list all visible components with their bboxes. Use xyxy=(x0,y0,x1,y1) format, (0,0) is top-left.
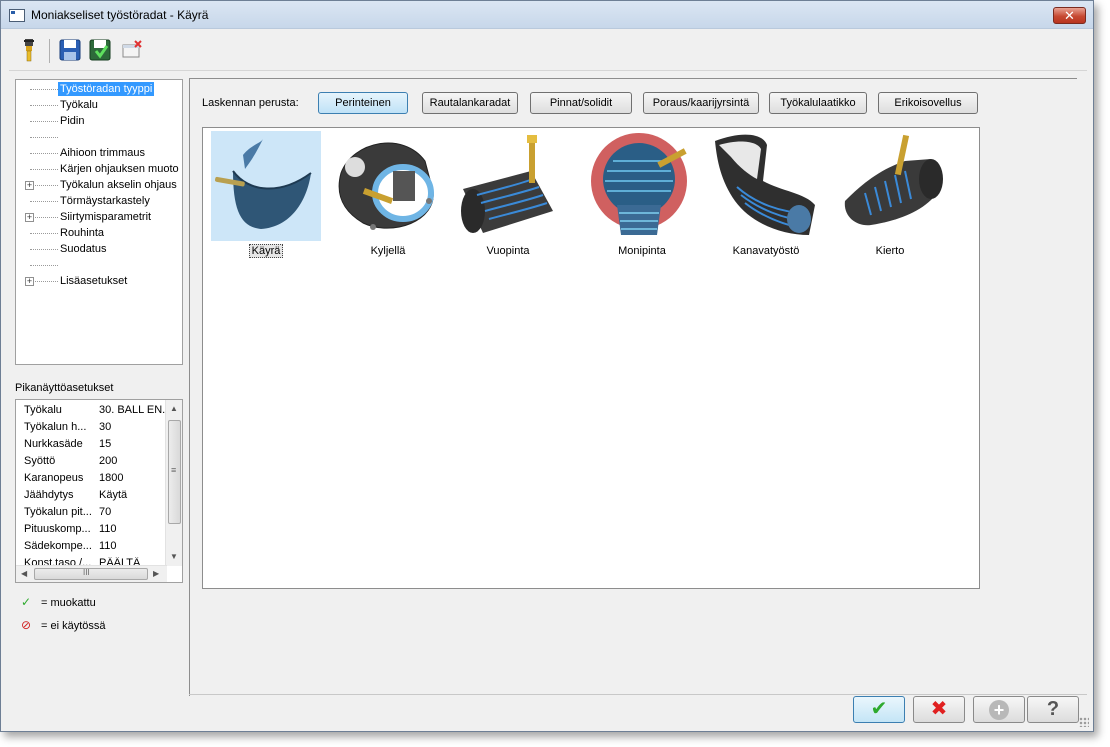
calc-button-special[interactable]: Erikoisovellus xyxy=(878,92,978,114)
resize-grip[interactable] xyxy=(1079,717,1089,727)
calc-button-drilling[interactable]: Poraus/kaarijyrsintä xyxy=(643,92,759,114)
tile-label: Kyljellä xyxy=(370,245,406,257)
tile-label: Kierto xyxy=(875,245,905,257)
tile-curve[interactable]: Käyrä xyxy=(211,131,321,263)
save-as-icon[interactable] xyxy=(87,37,113,63)
expand-icon[interactable]: + xyxy=(25,181,34,190)
checkmark-icon: ✔ xyxy=(870,698,888,720)
calc-button-toolbox[interactable]: Työkalulaatikko xyxy=(769,92,867,114)
expand-icon[interactable]: + xyxy=(25,213,34,222)
ok-button[interactable]: ✔ xyxy=(853,696,905,723)
port-machining-icon xyxy=(715,134,815,235)
settings-tree: Työstöradan tyyppi Työkalu Pidin Aihioon… xyxy=(15,79,183,365)
app-window-icon xyxy=(9,9,25,22)
tile-multisurface[interactable]: Monipinta xyxy=(587,131,697,263)
tile-flowline[interactable]: Vuopinta xyxy=(453,131,563,263)
quick-settings-list[interactable]: Työkalu 30. BALL EN... Työkalun h... 30 Nu… xyxy=(15,399,183,583)
title-bar[interactable]: Moniakseliset työstöradat - Käyrä ✕ xyxy=(1,1,1093,29)
help-button[interactable]: ? xyxy=(1027,696,1079,723)
multisurface-toolpath-icon xyxy=(591,133,687,235)
tile-label: Monipinta xyxy=(618,245,666,257)
delete-icon[interactable] xyxy=(119,37,145,63)
plus-icon: + xyxy=(989,700,1009,720)
tile-label: Käyrä xyxy=(211,244,321,258)
vertical-scrollbar[interactable]: ▲ ≡ ▼ xyxy=(165,400,182,566)
tile-swarf[interactable]: Kyljellä xyxy=(333,131,443,263)
tile-rotary[interactable]: Kierto xyxy=(835,131,945,263)
cancel-button[interactable]: ✖ xyxy=(913,696,965,723)
calc-button-traditional[interactable]: Perinteinen xyxy=(318,92,408,114)
scroll-right-icon[interactable]: ▶ xyxy=(153,569,159,578)
calc-button-wireframe[interactable]: Rautalankaradat xyxy=(422,92,518,114)
window-title: Moniakseliset työstöradat - Käyrä xyxy=(31,8,209,22)
calc-button-surfaces[interactable]: Pinnat/solidit xyxy=(530,92,632,114)
tile-label: Vuopinta xyxy=(486,245,530,257)
tile-port-machining[interactable]: Kanavatyöstö xyxy=(711,131,821,263)
swarf-toolpath-icon xyxy=(338,142,434,230)
quick-settings-title: Pikanäyttöasetukset xyxy=(15,382,114,394)
tool-holder-icon[interactable] xyxy=(15,37,41,63)
close-icon: ✖ xyxy=(930,698,948,720)
rotary-toolpath-icon xyxy=(844,134,943,226)
main-panel: Laskennan perusta: Perinteinen Rautalank… xyxy=(189,78,1077,696)
calc-basis-label: Laskennan perusta: xyxy=(202,97,299,109)
horizontal-scrollbar[interactable]: ◀ III ▶ xyxy=(16,565,167,582)
disabled-icon: ⊘ xyxy=(21,618,32,632)
toolpath-gallery: Käyrä Kyljellä Vuopinta Monipinta Kanava… xyxy=(202,127,980,589)
help-icon: ? xyxy=(1046,698,1060,720)
scroll-left-icon[interactable]: ◀ xyxy=(21,569,27,578)
toolbar-separator xyxy=(49,39,50,63)
flowline-toolpath-icon xyxy=(461,135,553,233)
vertical-scroll-thumb[interactable]: ≡ xyxy=(168,420,181,524)
bottom-separator xyxy=(189,694,1087,695)
checkmark-icon: ✓ xyxy=(21,595,32,609)
dialog-window: Moniakseliset työstöradat - Käyrä ✕ Työs… xyxy=(0,0,1094,732)
close-button[interactable]: ✕ xyxy=(1053,7,1086,24)
scroll-up-icon[interactable]: ▲ xyxy=(170,404,178,413)
expand-icon[interactable]: + xyxy=(25,277,34,286)
tile-label: Kanavatyöstö xyxy=(732,245,800,257)
horizontal-scroll-thumb[interactable]: III xyxy=(34,568,148,580)
curve-toolpath-icon xyxy=(211,131,321,241)
toolbar xyxy=(9,33,1087,71)
scroll-down-icon[interactable]: ▼ xyxy=(170,552,178,561)
add-button[interactable]: + xyxy=(973,696,1025,723)
save-icon[interactable] xyxy=(57,37,83,63)
